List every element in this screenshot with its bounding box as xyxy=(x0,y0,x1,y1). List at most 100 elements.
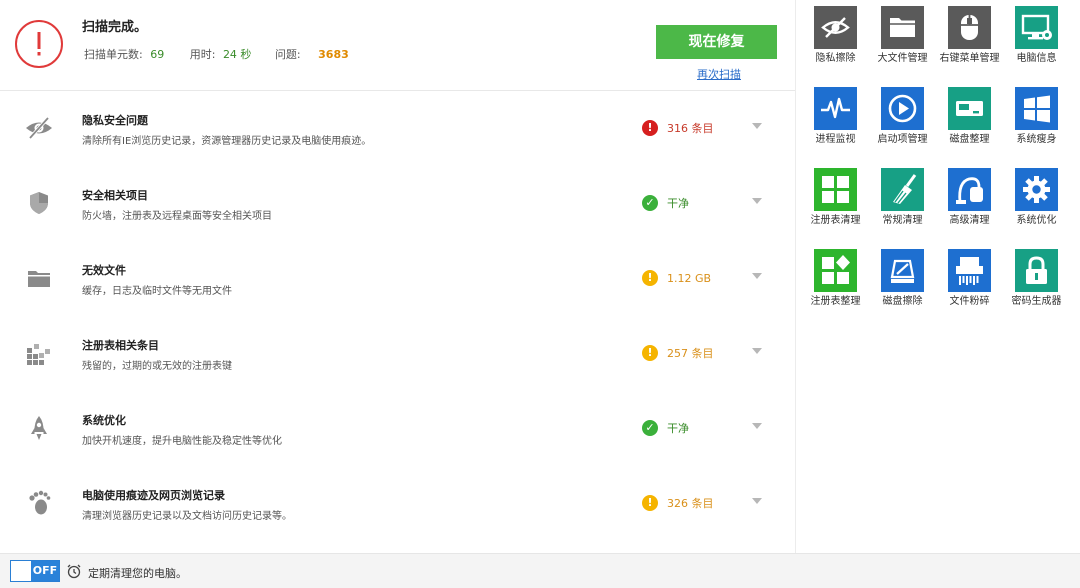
chevron-down-icon[interactable] xyxy=(752,123,762,129)
tool-tile[interactable]: 右键菜单管理 xyxy=(936,0,1003,80)
broom-icon xyxy=(881,168,924,211)
tool-tile[interactable]: 进程监视 xyxy=(802,81,869,161)
registry-blocks-icon xyxy=(24,338,54,368)
scan-item-status-text: 干净 xyxy=(667,422,689,435)
units-value: 69 xyxy=(150,48,165,61)
tool-label: 隐私擦除 xyxy=(815,53,856,64)
fix-now-button[interactable]: 现在修复 xyxy=(656,25,777,59)
tool-tile[interactable]: 高级清理 xyxy=(936,162,1003,242)
scan-item-title: 电脑使用痕迹及网页浏览记录 xyxy=(82,489,225,502)
scan-item-title: 注册表相关条目 xyxy=(82,339,159,352)
chevron-down-icon[interactable] xyxy=(752,498,762,504)
tool-label: 进程监视 xyxy=(815,134,856,145)
scan-item-description: 缓存，日志及临时文件等无用文件 xyxy=(82,286,232,297)
scan-item-status: ! 257 条目 xyxy=(642,345,714,361)
tool-label: 系统优化 xyxy=(1016,215,1057,226)
tool-label: 系统瘦身 xyxy=(1016,134,1057,145)
tool-tile[interactable]: 磁盘擦除 xyxy=(869,243,936,323)
tool-tile[interactable]: 系统优化 xyxy=(1003,162,1070,242)
scan-item[interactable]: 隐私安全问题 清除所有IE浏览历史记录，资源管理器历史记录及电脑使用痕迹。 ! … xyxy=(0,91,795,166)
issues-label: 问题: xyxy=(274,48,301,61)
chevron-down-icon[interactable] xyxy=(752,198,762,204)
scan-item-status: ! 316 条目 xyxy=(642,120,714,136)
tool-tile[interactable]: 隐私擦除 xyxy=(802,0,869,80)
toggle-state-label: OFF xyxy=(31,561,59,581)
time-value: 24 秒 xyxy=(222,48,252,61)
scan-item-title: 无效文件 xyxy=(82,264,126,277)
status-green-icon: ✓ xyxy=(642,195,658,211)
bottom-bar: OFF 定期清理您的电脑。 xyxy=(0,553,1080,588)
scan-item-status-text: 干净 xyxy=(667,197,689,210)
tool-tile[interactable]: 注册表整理 xyxy=(802,243,869,323)
grid-icon xyxy=(814,168,857,211)
chevron-down-icon[interactable] xyxy=(752,273,762,279)
windows-icon xyxy=(1015,87,1058,130)
tool-tile[interactable]: 文件粉碎 xyxy=(936,243,1003,323)
mouse-icon xyxy=(948,6,991,49)
tool-label: 右键菜单管理 xyxy=(939,53,1000,64)
tools-panel: 隐私擦除 大文件管理 右键菜单管理 电脑信息 进程监视 启动项管理 磁盘整理 系… xyxy=(795,0,1080,553)
scan-item-status: ! 1.12 GB xyxy=(642,270,711,286)
scan-item[interactable]: 安全相关项目 防火墙，注册表及远程桌面等安全相关项目 ✓ 干净 xyxy=(0,166,795,241)
chevron-down-icon[interactable] xyxy=(752,348,762,354)
pulse-icon xyxy=(814,87,857,130)
tool-tile[interactable]: 电脑信息 xyxy=(1003,0,1070,80)
scan-item[interactable]: 注册表相关条目 残留的，过期的或无效的注册表键 ! 257 条目 xyxy=(0,316,795,391)
scan-item-status-text: 326 条目 xyxy=(667,497,714,510)
status-red-icon: ! xyxy=(642,120,658,136)
scan-item-status: ✓ 干净 xyxy=(642,420,689,436)
registry-defrag-icon xyxy=(814,249,857,292)
scan-item[interactable]: 无效文件 缓存，日志及临时文件等无用文件 ! 1.12 GB xyxy=(0,241,795,316)
scan-item-title: 安全相关项目 xyxy=(82,189,148,202)
tool-tile[interactable]: 注册表清理 xyxy=(802,162,869,242)
rescan-link[interactable]: 再次扫描 xyxy=(697,66,741,82)
schedule-toggle[interactable]: OFF xyxy=(10,560,60,582)
folder-icon xyxy=(24,263,54,293)
status-yellow-icon: ! xyxy=(642,345,658,361)
tool-label: 常规清理 xyxy=(882,215,923,226)
tool-label: 磁盘擦除 xyxy=(882,296,923,307)
scan-item-status-text: 316 条目 xyxy=(667,122,714,135)
status-yellow-icon: ! xyxy=(642,270,658,286)
scan-item-title: 隐私安全问题 xyxy=(82,114,148,127)
tool-tile[interactable]: 密码生成器 xyxy=(1003,243,1070,323)
tool-tile[interactable]: 系统瘦身 xyxy=(1003,81,1070,161)
status-yellow-icon: ! xyxy=(642,495,658,511)
scan-item-status: ! 326 条目 xyxy=(642,495,714,511)
eye-slash-icon xyxy=(24,113,54,143)
folder-icon xyxy=(881,6,924,49)
scan-item-status: ✓ 干净 xyxy=(642,195,689,211)
tool-tile[interactable]: 大文件管理 xyxy=(869,0,936,80)
tool-label: 密码生成器 xyxy=(1011,296,1062,307)
computer-info-icon xyxy=(1015,6,1058,49)
scan-complete-title: 扫描完成。 xyxy=(82,20,148,35)
alarm-clock-icon xyxy=(67,564,81,579)
scan-item-description: 清理浏览器历史记录以及文档访问历史记录等。 xyxy=(82,511,292,522)
chevron-down-icon[interactable] xyxy=(752,423,762,429)
units-label: 扫描单元数: xyxy=(84,48,143,61)
tool-label: 文件粉碎 xyxy=(949,296,990,307)
scan-item[interactable]: 电脑使用痕迹及网页浏览记录 清理浏览器历史记录以及文档访问历史记录等。 ! 32… xyxy=(0,466,795,541)
scan-item-title: 系统优化 xyxy=(82,414,126,427)
scan-item[interactable]: 系统优化 加快开机速度，提升电脑性能及稳定性等优化 ✓ 干净 xyxy=(0,391,795,466)
scan-item-description: 残留的，过期的或无效的注册表键 xyxy=(82,361,232,372)
tool-label: 注册表清理 xyxy=(810,215,861,226)
warning-icon xyxy=(15,20,63,68)
schedule-text: 定期清理您的电脑。 xyxy=(88,567,187,580)
scan-results-panel: 扫描完成。 扫描单元数: 69 用时: 24 秒 问题: 3683 现在修复 再… xyxy=(0,0,795,553)
tool-label: 磁盘整理 xyxy=(949,134,990,145)
rocket-icon xyxy=(24,413,54,443)
scan-item-description: 加快开机速度，提升电脑性能及稳定性等优化 xyxy=(82,436,282,447)
tool-tile[interactable]: 启动项管理 xyxy=(869,81,936,161)
tool-tile[interactable]: 常规清理 xyxy=(869,162,936,242)
scan-item-status-text: 1.12 GB xyxy=(667,271,712,285)
tool-tile[interactable]: 磁盘整理 xyxy=(936,81,1003,161)
footprint-icon xyxy=(24,488,54,518)
tool-label: 电脑信息 xyxy=(1016,53,1057,64)
scan-item-description: 清除所有IE浏览历史记录，资源管理器历史记录及电脑使用痕迹。 xyxy=(82,136,372,147)
scan-item-status-text: 257 条目 xyxy=(667,347,714,360)
scan-stats: 扫描单元数: 69 用时: 24 秒 问题: 3683 xyxy=(84,46,349,62)
tool-label: 注册表整理 xyxy=(810,296,861,307)
tool-label: 启动项管理 xyxy=(877,134,928,145)
lock-icon xyxy=(1015,249,1058,292)
